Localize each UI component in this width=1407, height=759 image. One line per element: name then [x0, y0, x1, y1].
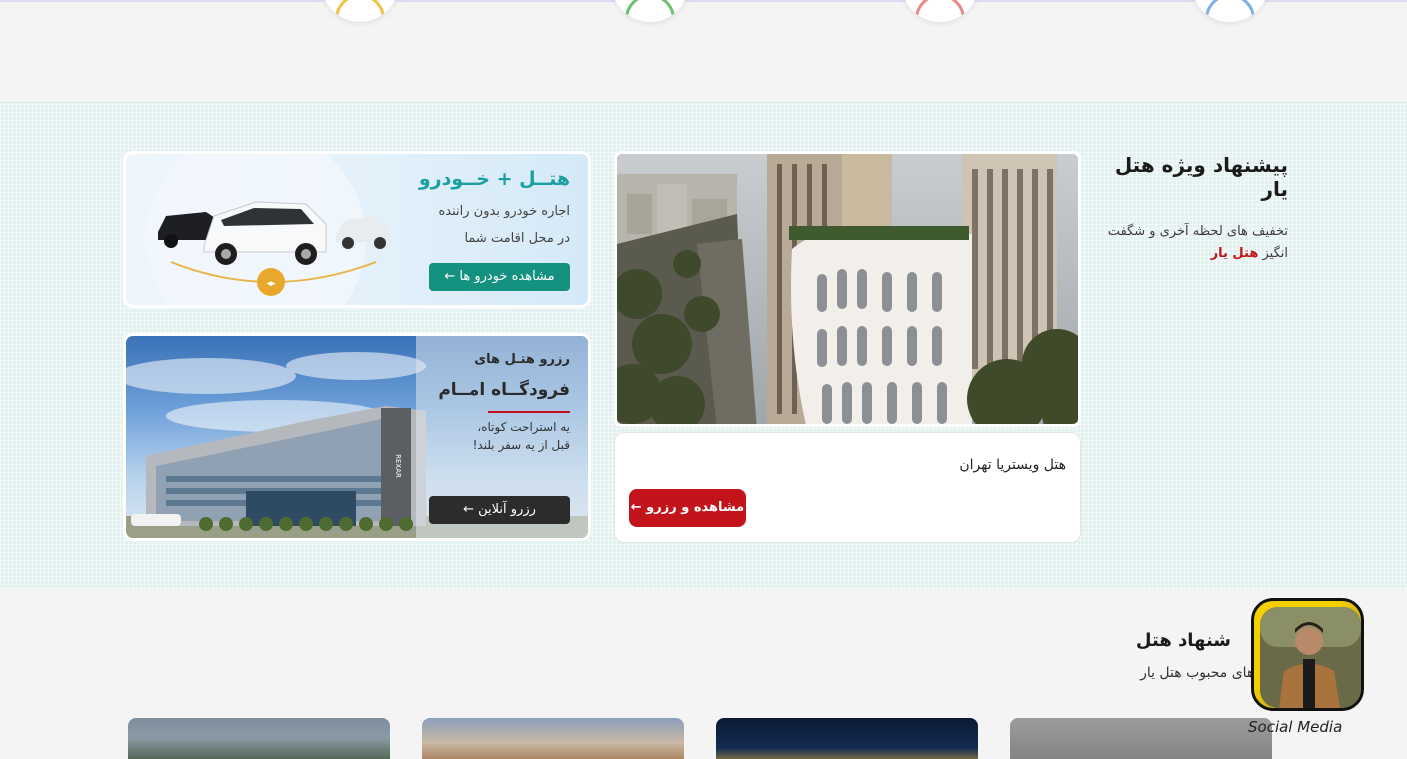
airport-promo-line3: یه استراحت کوتاه،	[477, 420, 570, 434]
airport-hotel-banner[interactable]: REXAR رزرو هتـل های فرودگــاه امــام یه …	[123, 333, 591, 541]
cars-illustration: ◂▸	[146, 154, 390, 305]
hotel-thumbnail[interactable]	[1010, 718, 1272, 759]
view-cars-button[interactable]: مشاهده خودرو ها ←	[429, 263, 570, 291]
title-underline	[488, 411, 570, 413]
airport-promo-line4: قبل از یه سفر بلند!	[472, 438, 570, 452]
online-booking-button[interactable]: رزرو آنلاین ←	[429, 496, 570, 524]
category-icon[interactable]	[321, 0, 399, 22]
suggestions-title: شنهاد هتل	[1135, 630, 1231, 651]
avatar	[1260, 607, 1361, 708]
special-offer-section: پیشنهاد ویژه هتل یار تخفیف های لحظه آخری…	[0, 102, 1407, 589]
hotel-sign: REXAR	[394, 454, 402, 478]
featured-hotel-card: هتل ویستریا تهران مشاهده و رزرو ←	[614, 432, 1081, 543]
offer-subtitle-text: تخفیف های لحظه آخری و شگفت انگیز	[1107, 224, 1288, 261]
offer-heading: پیشنهاد ویژه هتل یار تخفیف های لحظه آخری…	[1088, 153, 1288, 265]
hotel-thumbnail[interactable]	[128, 718, 390, 759]
airport-promo-line1: رزرو هتـل های	[474, 352, 570, 367]
category-strip	[0, 0, 1407, 102]
category-icon[interactable]	[901, 0, 979, 22]
social-media-label[interactable]: Social Media	[1248, 718, 1342, 736]
brand-name: هتل یار	[1210, 246, 1259, 261]
hotel-thumbnail[interactable]	[716, 718, 978, 759]
svg-text:◂▸: ◂▸	[266, 279, 276, 289]
car-promo-title: هتــل + خــودرو	[418, 168, 570, 190]
view-and-reserve-button[interactable]: مشاهده و رزرو ←	[629, 489, 746, 527]
hotel-thumbnail[interactable]	[422, 718, 684, 759]
social-media-widget[interactable]	[1251, 598, 1364, 711]
car-promo-line1: اجاره خودرو بدون راننده	[438, 204, 570, 219]
hotel-photo	[617, 154, 1078, 424]
hotel-name: هتل ویستریا تهران	[959, 457, 1066, 473]
offer-subtitle: تخفیف های لحظه آخری و شگفت انگیز هتل یار	[1088, 221, 1288, 265]
category-icon[interactable]	[1191, 0, 1269, 22]
category-icon[interactable]	[611, 0, 689, 22]
featured-hotel-image[interactable]	[614, 151, 1081, 427]
car-promo-line2: در محل اقامت شما	[464, 231, 570, 246]
car-rental-banner[interactable]: ◂▸ هتــل + خــودرو اجاره خودرو بدون رانن…	[123, 151, 591, 308]
offer-title: پیشنهاد ویژه هتل یار	[1114, 153, 1288, 201]
airport-promo-title: فرودگــاه امــام	[438, 380, 570, 400]
